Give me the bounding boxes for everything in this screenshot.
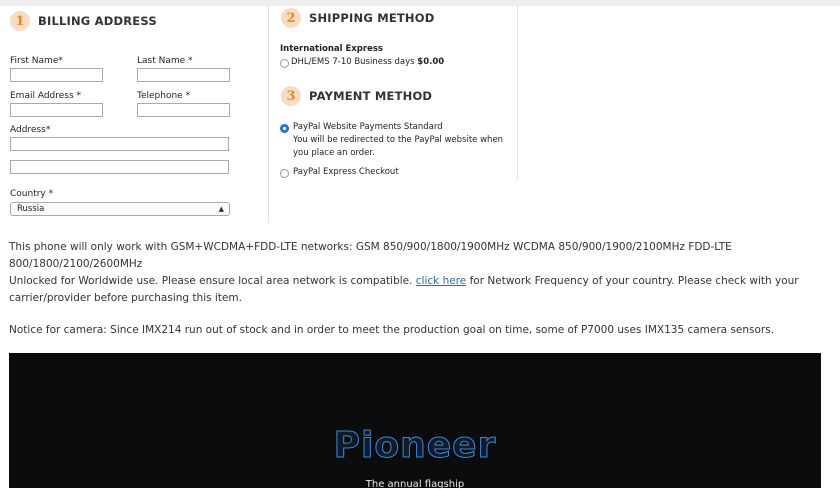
paypal-standard-label[interactable]: PayPal Website Payments Standard [293,121,443,134]
email-label: Email Address * [10,91,82,101]
address-line1-field[interactable] [10,137,229,151]
shipping-payment-section: 2 SHIPPING METHOD International Express … [269,6,518,180]
billing-title: BILLING ADDRESS [38,14,157,28]
shipping-option-label: DHL/EMS 7-10 Business days [291,57,415,67]
first-name-label: First Name* [10,56,63,66]
banner-tagline: The annual flagship [365,479,465,490]
unlocked-text-before: Unlocked for Worldwide use. Please ensur… [9,275,413,287]
first-name-field[interactable] [10,68,103,82]
last-name-label: Last Name * [137,56,193,66]
step-badge-3: 3 [281,86,301,106]
network-frequency-link[interactable]: click here [416,275,466,287]
email-field[interactable] [10,103,103,117]
billing-header: 1 BILLING ADDRESS [10,11,157,31]
network-compatibility-text: This phone will only work with GSM+WCDMA… [9,241,732,270]
billing-address-section: 1 BILLING ADDRESS First Name* Last Name … [0,6,269,223]
address-label: Address* [10,125,51,135]
shipping-header: 2 SHIPPING METHOD [281,8,434,28]
country-label: Country * [10,189,54,199]
select-arrows-icon: ▲ [218,205,224,213]
step-badge-1: 1 [10,11,30,31]
shipping-option[interactable]: DHL/EMS 7-10 Business days $0.00 [291,56,444,69]
address-line2-field[interactable] [10,160,229,174]
paypal-express-radio[interactable] [280,169,289,178]
step-badge-2: 2 [281,8,301,28]
banner-brand-logo: Pioneer [333,425,497,467]
paypal-standard-desc-line2: you place an order. [293,148,375,158]
paypal-standard-radio[interactable] [280,124,289,133]
country-select[interactable]: Russia ▲ [10,202,230,216]
paypal-express-label[interactable]: PayPal Express Checkout [293,166,399,179]
shipping-title: SHIPPING METHOD [309,11,435,25]
shipping-option-price: $0.00 [417,57,445,67]
payment-header: 3 PAYMENT METHOD [281,86,432,106]
telephone-field[interactable] [137,103,230,117]
last-name-field[interactable] [137,68,230,82]
shipping-option-radio[interactable] [280,59,289,68]
product-banner-image: Pioneer The annual flagship [9,353,821,490]
telephone-label: Telephone * [137,91,191,101]
payment-title: PAYMENT METHOD [309,89,433,103]
camera-notice: Notice for camera: Since IMX214 run out … [9,324,775,336]
unlocked-notice: Unlocked for Worldwide use. Please ensur… [9,273,819,307]
paypal-standard-desc-line1: You will be redirected to the PayPal web… [293,135,504,145]
country-selected-value: Russia [17,204,45,214]
shipping-group-label: International Express [280,44,383,54]
